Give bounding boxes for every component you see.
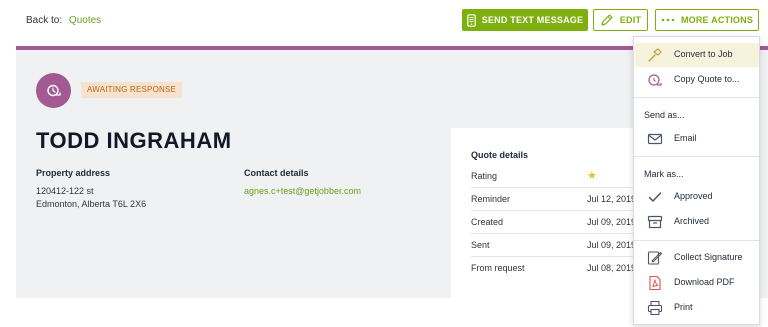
quote-avatar [36,73,71,108]
property-address-label: Property address [36,168,111,178]
edit-button[interactable]: EDIT [593,9,648,31]
detail-label: Sent [471,240,490,250]
more-actions-button[interactable]: MORE ACTIONS [655,9,759,31]
reminder-date-link[interactable]: Jul 12, 2019 [587,194,636,204]
send-as-section-label: Send as... [644,110,685,120]
more-dots-icon [661,18,675,22]
detail-row-reminder: Reminder Jul 12, 2019 [471,188,636,211]
detail-label: From request [471,263,525,273]
menu-item-approved[interactable]: Approved [635,185,759,209]
menu-item-label: Download PDF [674,277,735,287]
menu-item-label: Copy Quote to... [674,74,740,84]
detail-row-from-request: From request Jul 08, 2019 [471,257,636,280]
menu-item-label: Archived [674,216,710,226]
pencil-icon [601,14,613,26]
signature-icon [647,251,663,265]
send-text-message-button[interactable]: SEND TEXT MESSAGE [462,9,588,31]
detail-label: Created [471,217,504,227]
copy-quote-icon [648,74,662,86]
detail-row-rating: Rating ★ [471,165,636,188]
star-icon[interactable]: ★ [587,169,597,182]
detail-row-created: Created Jul 09, 2019 [471,211,636,234]
menu-item-archived[interactable]: Archived [635,210,759,234]
menu-item-copy-quote[interactable]: Copy Quote to... [635,68,759,92]
checkmark-icon [648,192,662,202]
detail-label: Reminder [471,194,511,204]
mark-as-section-label: Mark as... [644,169,684,179]
phone-icon [466,13,476,27]
pdf-file-icon [649,275,661,291]
convert-icon [648,48,662,62]
request-date-link[interactable]: Jul 08, 2019 [587,263,636,273]
menu-divider [634,97,759,98]
status-badge: AWAITING RESPONSE [81,82,183,98]
menu-item-email[interactable]: Email [635,127,759,151]
detail-value: Jul 09, 2019 [587,217,637,227]
quote-details-title: Quote details [471,150,529,160]
printer-icon [647,300,663,316]
menu-item-print[interactable]: Print [635,296,759,320]
menu-item-label: Collect Signature [674,252,743,262]
menu-item-convert-to-job[interactable]: Convert to Job [635,43,759,67]
send-text-message-label: SEND TEXT MESSAGE [481,15,584,25]
back-to-quotes-link[interactable]: Quotes [69,15,101,26]
envelope-icon [647,133,663,145]
client-name: TODD INGRAHAM [36,128,232,153]
quote-details-card: Quote details Rating ★ Reminder Jul 12, … [451,128,636,298]
more-actions-label: MORE ACTIONS [680,15,754,25]
back-label: Back to: [26,15,63,26]
quote-icon [46,84,61,96]
menu-item-label: Convert to Job [674,49,733,59]
breadcrumb: Back to: Quotes [26,15,101,26]
menu-item-label: Print [674,302,693,312]
address-line-1: 120412-122 st [36,186,94,196]
detail-row-sent: Sent Jul 09, 2019 [471,234,636,257]
detail-label: Rating [471,171,498,181]
contact-details-label: Contact details [244,168,309,178]
edit-label: EDIT [619,15,642,25]
menu-item-collect-signature[interactable]: Collect Signature [635,246,759,270]
address-line-2: Edmonton, Alberta T6L 2X6 [36,199,147,209]
archive-box-icon [647,215,663,229]
menu-divider [634,240,759,241]
more-actions-menu: Convert to Job Copy Quote to... Send as.… [633,36,760,325]
detail-value: Jul 09, 2019 [587,240,637,250]
menu-item-download-pdf[interactable]: Download PDF [635,271,759,295]
menu-item-label: Email [674,133,697,143]
menu-divider [634,156,759,157]
contact-email-link[interactable]: agnes.c+test@getjobber.com [244,185,361,198]
menu-item-label: Approved [674,191,713,201]
